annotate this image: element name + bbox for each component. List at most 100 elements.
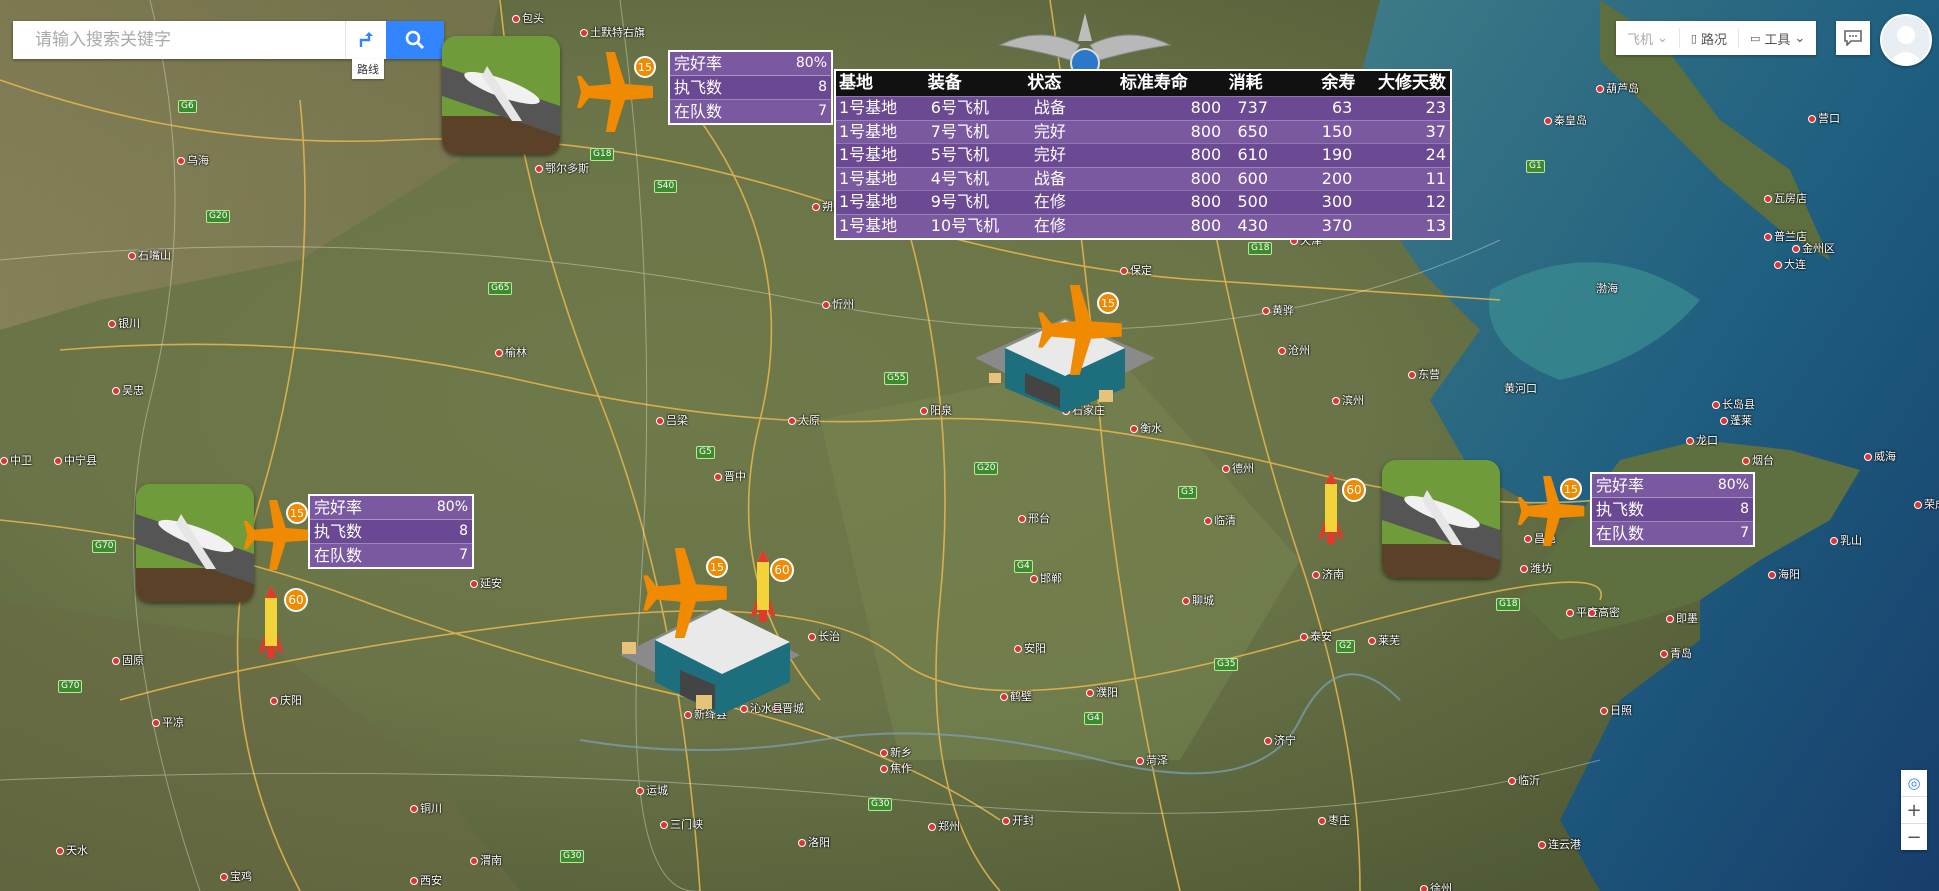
city-label[interactable]: 聊城 xyxy=(1182,592,1214,608)
city-label[interactable]: 石嘴山 xyxy=(128,247,171,263)
city-label[interactable]: 三门峡 xyxy=(660,816,703,832)
city-label[interactable]: 包头 xyxy=(512,10,544,26)
city-label[interactable]: 阳泉 xyxy=(920,402,952,418)
city-label[interactable]: 太原 xyxy=(788,412,820,428)
city-label[interactable]: 濮阳 xyxy=(1086,684,1118,700)
city-label[interactable]: 威海 xyxy=(1864,448,1896,464)
city-label[interactable]: 莱芜 xyxy=(1368,632,1400,648)
city-label[interactable]: 土默特右旗 xyxy=(580,24,645,40)
airplane-icon[interactable] xyxy=(1025,285,1135,375)
message-button[interactable] xyxy=(1836,21,1870,55)
city-label[interactable]: 瓦房店 xyxy=(1764,190,1807,206)
city-label[interactable]: 焦作 xyxy=(880,760,912,776)
city-label[interactable]: 长治 xyxy=(808,628,840,644)
table-row[interactable]: 1号基地 9号飞机 在修 800 500 300 12 xyxy=(836,190,1450,214)
city-label[interactable]: 忻州 xyxy=(822,296,854,312)
city-label[interactable]: 银川 xyxy=(108,315,140,331)
table-row[interactable]: 1号基地 7号飞机 完好 800 650 150 37 xyxy=(836,119,1450,144)
city-label[interactable]: 中卫 xyxy=(0,452,32,468)
city-label[interactable]: 荣成 xyxy=(1914,496,1939,512)
city-label[interactable]: 宝鸡 xyxy=(220,868,252,884)
city-label[interactable]: 青岛 xyxy=(1660,645,1692,661)
city-label[interactable]: 鹤壁 xyxy=(1000,688,1032,704)
city-label[interactable]: 德州 xyxy=(1222,460,1254,476)
city-label[interactable]: 葫芦岛 xyxy=(1596,80,1639,96)
city-label[interactable]: 连云港 xyxy=(1538,836,1581,852)
city-label[interactable]: 沧州 xyxy=(1278,342,1310,358)
city-label[interactable]: 渭南 xyxy=(470,852,502,868)
city-label[interactable]: 临沂 xyxy=(1508,772,1540,788)
locate-button[interactable]: ◎ xyxy=(1901,770,1927,797)
city-label[interactable]: 晋中 xyxy=(714,468,746,484)
city-label[interactable]: 固原 xyxy=(112,652,144,668)
city-label[interactable]: 邯郸 xyxy=(1030,570,1062,586)
city-label[interactable]: 平凉 xyxy=(152,714,184,730)
city-label[interactable]: 即墨 xyxy=(1666,610,1698,626)
city-label[interactable]: 延安 xyxy=(470,575,502,591)
table-row[interactable]: 1号基地 10号飞机 在修 800 430 370 13 xyxy=(836,213,1450,238)
table-row[interactable]: 1号基地 5号飞机 完好 800 610 190 24 xyxy=(836,143,1450,167)
city-label[interactable]: 乳山 xyxy=(1830,532,1862,548)
missile-icon[interactable] xyxy=(256,584,286,664)
avatar[interactable] xyxy=(1880,14,1932,66)
city-label[interactable]: 龙口 xyxy=(1686,432,1718,448)
city-label[interactable]: 开封 xyxy=(1002,812,1034,828)
city-label[interactable]: 临清 xyxy=(1204,512,1236,528)
city-label[interactable]: 庆阳 xyxy=(270,692,302,708)
city-label[interactable]: 运城 xyxy=(636,782,668,798)
city-label[interactable]: 渤海 xyxy=(1596,280,1618,296)
city-label[interactable]: 安阳 xyxy=(1014,640,1046,656)
city-label[interactable]: 海阳 xyxy=(1768,566,1800,582)
city-label[interactable]: 潍坊 xyxy=(1520,560,1552,576)
city-label[interactable]: 吴忠 xyxy=(112,382,144,398)
search-button[interactable] xyxy=(386,21,444,59)
city-label[interactable]: 邢台 xyxy=(1018,510,1050,526)
city-label[interactable]: 营口 xyxy=(1808,110,1840,126)
city-label[interactable]: 东营 xyxy=(1408,366,1440,382)
city-label[interactable]: 西安 xyxy=(410,872,442,888)
traffic-button[interactable]: ▯ 路况 xyxy=(1680,28,1739,48)
city-label[interactable]: 衡水 xyxy=(1130,420,1162,436)
city-label[interactable]: 郑州 xyxy=(928,818,960,834)
city-label[interactable]: 黄骅 xyxy=(1262,302,1294,318)
search-input[interactable] xyxy=(13,21,345,59)
city-label[interactable]: 长岛县 xyxy=(1712,396,1755,412)
city-label[interactable]: 黄河口 xyxy=(1504,380,1537,396)
city-label[interactable]: 济南 xyxy=(1312,566,1344,582)
route-button[interactable] xyxy=(345,21,386,59)
base-stats-panel: 完好率 80% 执飞数 8 在队数 7 xyxy=(308,494,474,569)
zoom-in-button[interactable]: + xyxy=(1901,797,1927,824)
city-label[interactable]: 徐州 xyxy=(1420,880,1452,891)
city-label[interactable]: 枣庄 xyxy=(1318,812,1350,828)
city-label[interactable]: 金州区 xyxy=(1792,240,1835,256)
city-label[interactable]: 滨州 xyxy=(1332,392,1364,408)
city-label[interactable]: 吕梁 xyxy=(656,412,688,428)
city-label[interactable]: 榆林 xyxy=(495,344,527,360)
city-label[interactable]: 大连 xyxy=(1774,256,1806,272)
city-label[interactable]: 鄂尔多斯 xyxy=(535,160,589,176)
base-photo[interactable] xyxy=(1382,460,1500,578)
tools-button[interactable]: ▭ 工具 ⌄ xyxy=(1739,28,1816,48)
city-label[interactable]: 烟台 xyxy=(1742,452,1774,468)
city-label[interactable]: 新乡 xyxy=(880,744,912,760)
city-label[interactable]: 蓬莱 xyxy=(1720,412,1752,428)
zoom-out-button[interactable]: − xyxy=(1901,824,1927,850)
city-label[interactable]: 日照 xyxy=(1600,702,1632,718)
city-label[interactable]: 保定 xyxy=(1120,262,1152,278)
layer-select[interactable]: 飞机 ⌄ xyxy=(1616,28,1680,48)
missile-icon[interactable] xyxy=(1316,470,1346,550)
city-label[interactable]: 泰安 xyxy=(1300,628,1332,644)
city-label[interactable]: 菏泽 xyxy=(1136,752,1168,768)
base-photo[interactable] xyxy=(442,36,560,154)
city-label[interactable]: 秦皇岛 xyxy=(1544,112,1587,128)
city-label[interactable]: 铜川 xyxy=(410,800,442,816)
table-row[interactable]: 1号基地 4号飞机 战备 800 600 200 11 xyxy=(836,166,1450,191)
city-label[interactable]: 乌海 xyxy=(177,152,209,168)
city-label[interactable]: 高密 xyxy=(1588,604,1620,620)
airplane-icon[interactable] xyxy=(1506,476,1596,546)
city-label[interactable]: 洛阳 xyxy=(798,834,830,850)
table-row[interactable]: 1号基地 6号飞机 战备 800 737 63 23 xyxy=(836,96,1450,120)
city-label[interactable]: 济宁 xyxy=(1264,732,1296,748)
city-label[interactable]: 天水 xyxy=(56,842,88,858)
city-label[interactable]: 中宁县 xyxy=(54,452,97,468)
